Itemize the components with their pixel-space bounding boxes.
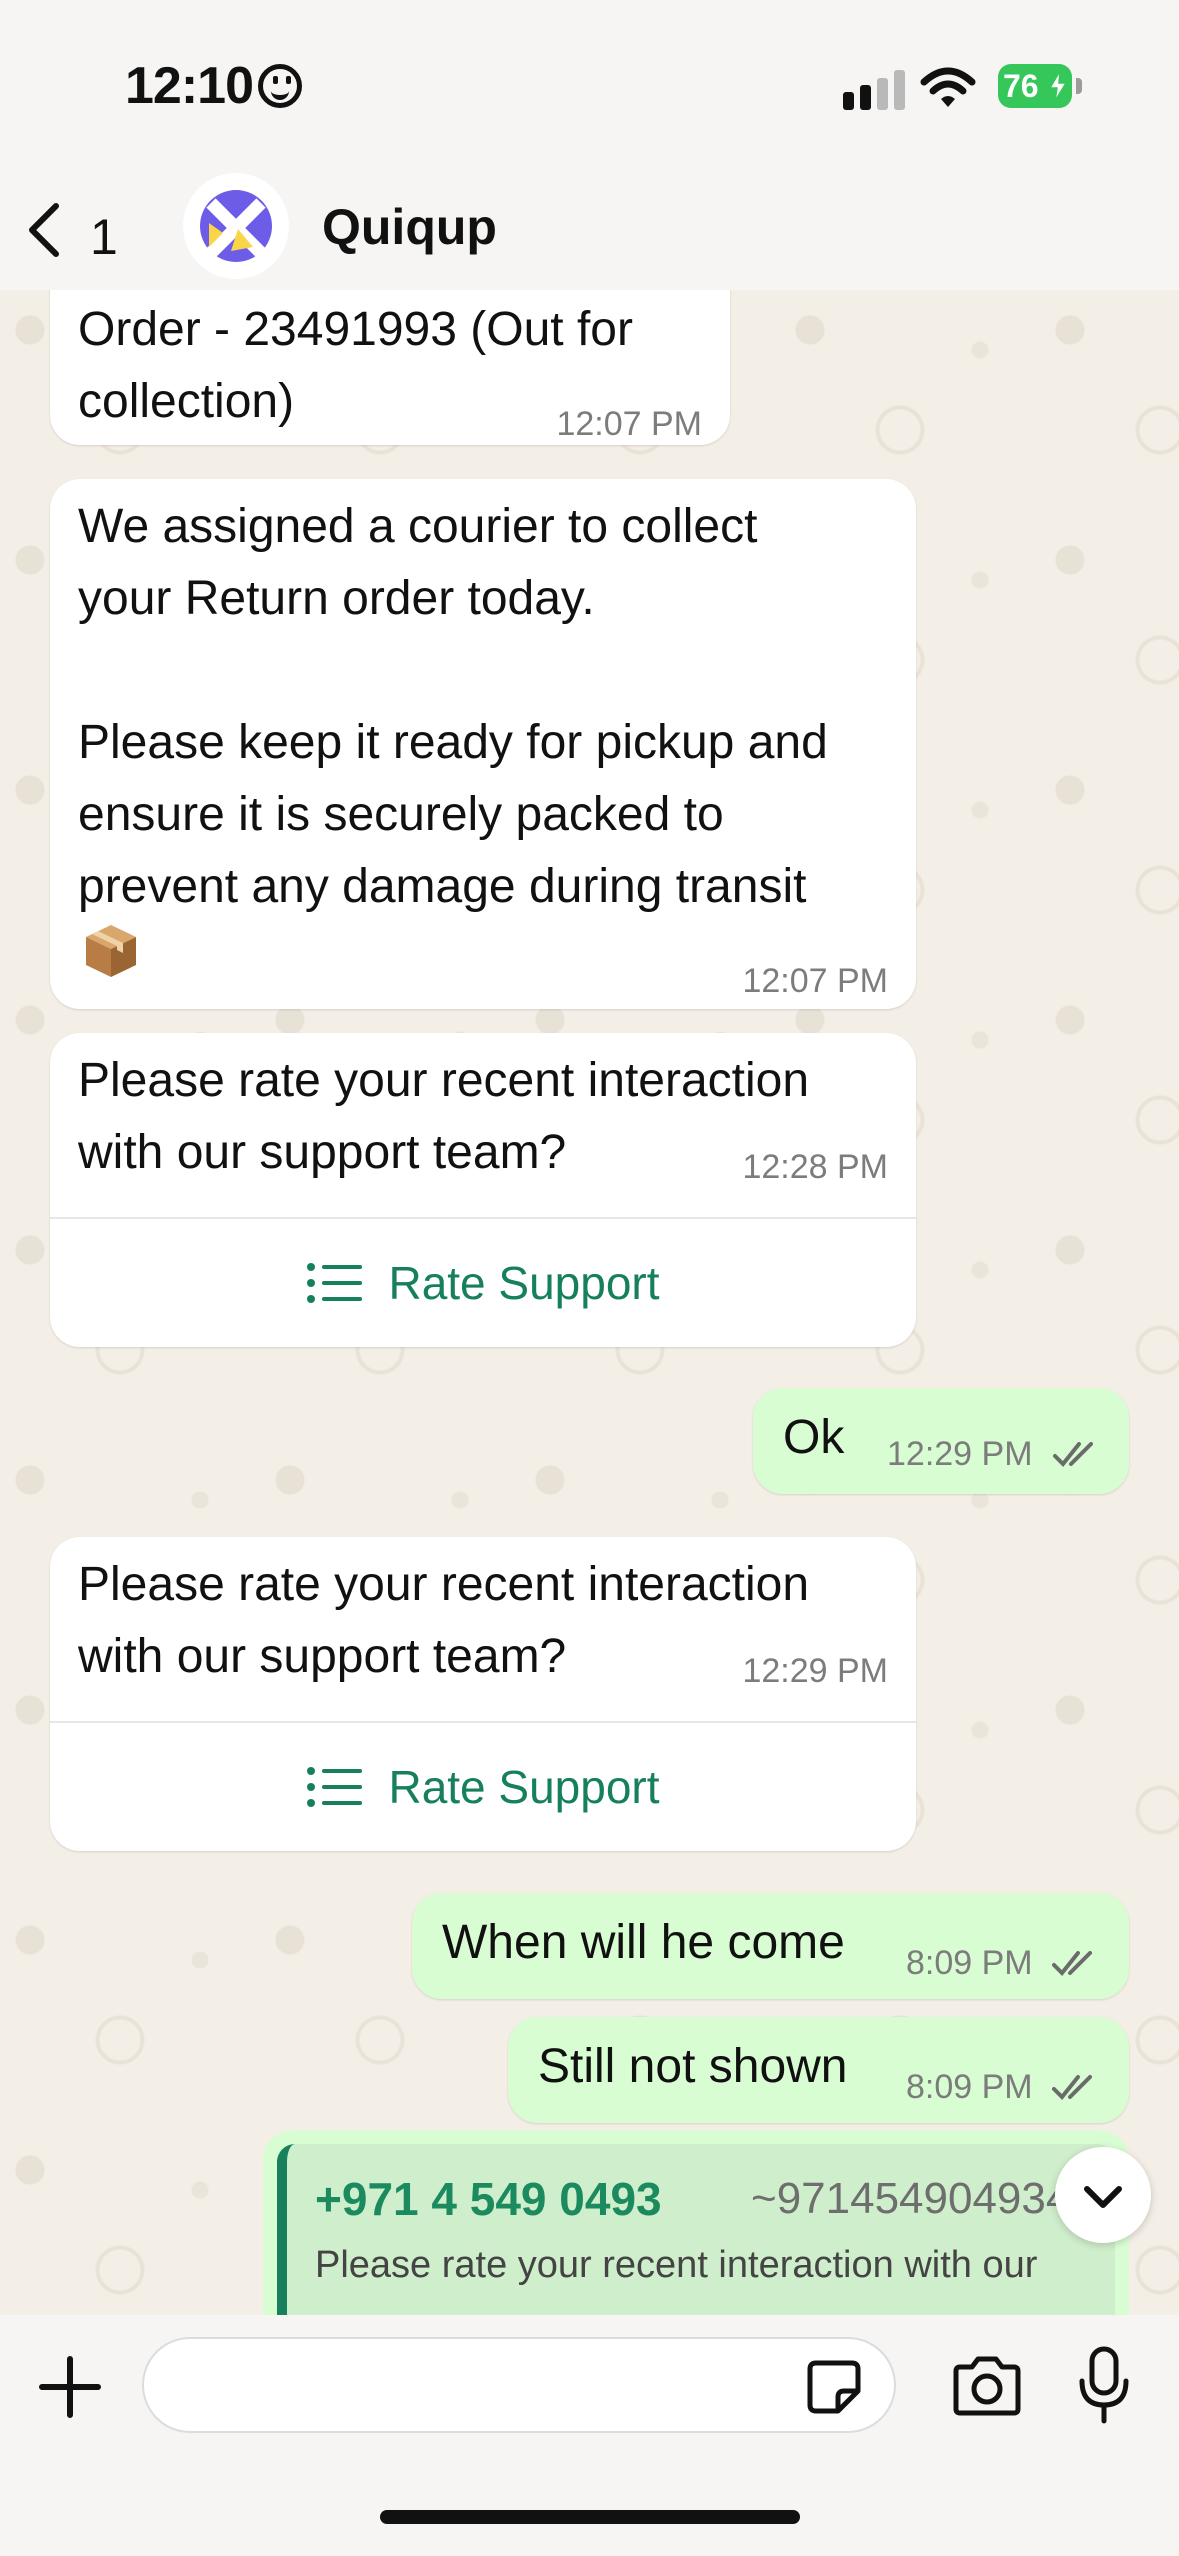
message-input[interactable]	[142, 2337, 896, 2433]
message-time: 12:07 PM	[556, 405, 702, 443]
unread-count: 1	[90, 209, 118, 265]
quoted-text: Please rate your recent interaction with…	[315, 2244, 1038, 2286]
microphone-icon[interactable]	[1078, 2345, 1130, 2425]
scroll-to-bottom-button[interactable]	[1055, 2147, 1151, 2243]
message-time: 8:09 PM	[906, 1944, 1033, 1982]
back-button[interactable]: 1	[20, 190, 130, 270]
message-bubble[interactable]: Please rate your recent interaction with…	[50, 1537, 916, 1851]
chat-area[interactable]: Order - 23491993 (Out for collection) 12…	[0, 290, 1179, 2315]
message-text: Still not shown	[538, 2040, 848, 2093]
plus-icon[interactable]	[38, 2355, 102, 2419]
quiqup-logo-icon	[200, 190, 272, 262]
message-bubble[interactable]: We assigned a courier to collect your Re…	[50, 479, 916, 1009]
rate-support-label: Rate Support	[388, 1257, 660, 1309]
message-text: Please rate your recent interaction with…	[78, 1054, 810, 1179]
quoted-message[interactable]: +971 4 549 0493 ~971454904934 Please rat…	[277, 2144, 1115, 2320]
quoted-sender-alias: ~971454904934	[751, 2174, 1071, 2223]
list-icon	[307, 1767, 363, 1807]
message-bubble[interactable]: When will he come 8:09 PM	[412, 1893, 1129, 1999]
message-time: 12:29 PM	[887, 1435, 1033, 1473]
emoji-face-icon	[258, 64, 302, 108]
chat-header: 1 Quiqup	[0, 170, 1179, 290]
message-time: 12:29 PM	[742, 1652, 888, 1690]
message-time: 8:09 PM	[906, 2068, 1033, 2106]
message-bubble[interactable]: Still not shown 8:09 PM	[508, 2017, 1129, 2123]
read-receipt-icon	[1052, 1951, 1092, 1976]
battery-charging-icon: 76	[998, 64, 1082, 108]
message-bubble[interactable]: Order - 23491993 (Out for collection) 12…	[50, 290, 730, 445]
home-indicator	[380, 2510, 800, 2524]
status-bar: 12:10 76	[0, 0, 1179, 170]
message-text: Ok	[783, 1411, 845, 1464]
package-icon	[86, 925, 136, 977]
signal-icon	[843, 70, 905, 110]
camera-icon[interactable]	[950, 2355, 1024, 2417]
list-icon	[307, 1263, 363, 1303]
battery-level: 76	[1003, 68, 1039, 104]
read-receipt-icon	[1053, 1442, 1093, 1467]
read-receipt-icon	[1052, 2075, 1092, 2100]
status-time: 12:10	[125, 57, 254, 115]
chevron-left-icon	[29, 203, 59, 257]
message-bubble[interactable]: Please rate your recent interaction with…	[50, 1033, 916, 1347]
rate-support-label: Rate Support	[388, 1761, 660, 1813]
rate-support-button[interactable]: Rate Support	[50, 1723, 916, 1851]
rate-support-button[interactable]: Rate Support	[50, 1219, 916, 1347]
message-text: We assigned a courier to collect your Re…	[78, 500, 828, 913]
contact-name[interactable]: Quiqup	[322, 198, 497, 256]
message-text: Order - 23491993 (Out for collection)	[78, 303, 633, 428]
message-time: 12:28 PM	[742, 1148, 888, 1186]
message-text: When will he come	[442, 1916, 845, 1969]
quoted-sender-phone: +971 4 549 0493	[315, 2173, 662, 2225]
avatar[interactable]	[183, 173, 289, 279]
wifi-icon	[920, 67, 976, 107]
chevron-down-icon	[1084, 2186, 1122, 2208]
bolt-icon	[1048, 71, 1068, 101]
message-bubble[interactable]: Ok 12:29 PM	[753, 1388, 1129, 1494]
quoted-message-bubble[interactable]: +971 4 549 0493 ~971454904934 Please rat…	[263, 2130, 1129, 2320]
sticker-icon[interactable]	[806, 2359, 862, 2415]
message-text: Please rate your recent interaction with…	[78, 1558, 810, 1683]
message-time: 12:07 PM	[742, 962, 888, 1000]
